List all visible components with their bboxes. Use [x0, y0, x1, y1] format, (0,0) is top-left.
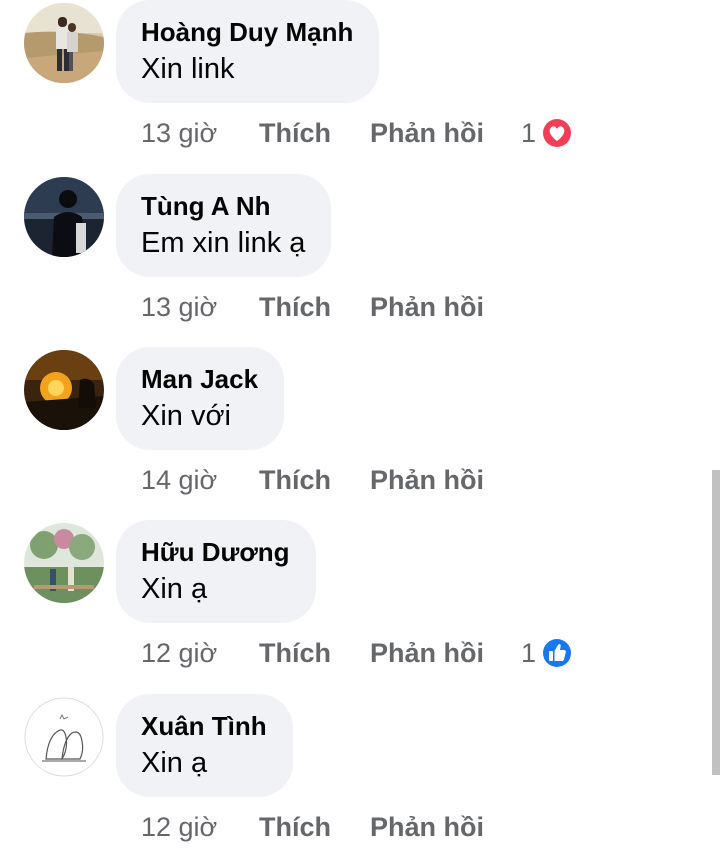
comment-item: Hoàng Duy Mạnh Xin link 13 giờ Thích Phả…	[0, 0, 720, 173]
avatar-photo-icon	[24, 3, 104, 83]
comment-actions: 12 giờ Thích Phản hồi 1	[0, 633, 720, 673]
like-button[interactable]: Thích	[259, 460, 331, 500]
avatar-photo-icon	[24, 697, 104, 777]
comment-time[interactable]: 14 giờ	[141, 460, 217, 500]
reaction-summary[interactable]: 1	[521, 633, 574, 673]
reaction-summary[interactable]: 1	[521, 113, 574, 153]
comment-bubble: Man Jack Xin với	[116, 347, 285, 450]
reaction-count: 1	[521, 638, 537, 668]
comment-bubble: Hữu Dương Xin ạ	[116, 520, 316, 623]
comment-item: Man Jack Xin với 14 giờ Thích Phản hồi	[0, 347, 720, 520]
reaction-count: 1	[521, 118, 537, 148]
avatar[interactable]	[24, 3, 104, 83]
like-button[interactable]: Thích	[259, 287, 331, 327]
like-button[interactable]: Thích	[259, 113, 331, 153]
scrollbar[interactable]	[712, 470, 720, 775]
comment-item: Xuân Tình Xin ạ 12 giờ Thích Phản hồi	[0, 694, 720, 867]
comment-actions: 13 giờ Thích Phản hồi 1	[0, 113, 720, 153]
comment-time[interactable]: 13 giờ	[141, 287, 217, 327]
reply-button[interactable]: Phản hồi	[370, 460, 484, 500]
comment-text: Xin ạ	[141, 747, 208, 779]
comment-time[interactable]: 13 giờ	[141, 113, 217, 153]
comment-actions: 14 giờ Thích Phản hồi	[0, 460, 720, 500]
avatar[interactable]	[24, 523, 104, 603]
like-button[interactable]: Thích	[259, 807, 331, 847]
reply-button[interactable]: Phản hồi	[370, 113, 484, 153]
comment-time[interactable]: 12 giờ	[141, 807, 217, 847]
avatar[interactable]	[24, 177, 104, 257]
comment-actions: 13 giờ Thích Phản hồi	[0, 287, 720, 327]
avatar[interactable]	[24, 697, 104, 777]
comment-author[interactable]: Hữu Dương	[141, 535, 290, 569]
comment-text: Xin với	[141, 400, 231, 432]
love-reaction-icon	[540, 116, 574, 150]
comment-item: Tùng A Nh Em xin link ạ 13 giờ Thích Phả…	[0, 174, 720, 347]
comment-text: Xin link	[141, 53, 235, 85]
comment-text: Xin ạ	[141, 573, 208, 605]
comment-bubble: Hoàng Duy Mạnh Xin link	[116, 0, 380, 103]
comment-author[interactable]: Xuân Tình	[141, 709, 267, 743]
like-button[interactable]: Thích	[259, 633, 331, 673]
comment-time[interactable]: 12 giờ	[141, 633, 217, 673]
reply-button[interactable]: Phản hồi	[370, 287, 484, 327]
like-reaction-icon	[540, 636, 574, 670]
avatar-photo-icon	[24, 177, 104, 257]
comment-author[interactable]: Tùng A Nh	[141, 189, 305, 223]
comment-item: Hữu Dương Xin ạ 12 giờ Thích Phản hồi 1	[0, 520, 720, 693]
comment-text: Em xin link ạ	[141, 227, 306, 259]
avatar[interactable]	[24, 350, 104, 430]
avatar-photo-icon	[24, 523, 104, 603]
comment-bubble: Xuân Tình Xin ạ	[116, 694, 293, 797]
comment-author[interactable]: Man Jack	[141, 362, 258, 396]
reply-button[interactable]: Phản hồi	[370, 633, 484, 673]
reply-button[interactable]: Phản hồi	[370, 807, 484, 847]
comment-author[interactable]: Hoàng Duy Mạnh	[141, 15, 353, 49]
comment-actions: 12 giờ Thích Phản hồi	[0, 807, 720, 847]
avatar-photo-icon	[24, 350, 104, 430]
comment-bubble: Tùng A Nh Em xin link ạ	[116, 174, 332, 277]
